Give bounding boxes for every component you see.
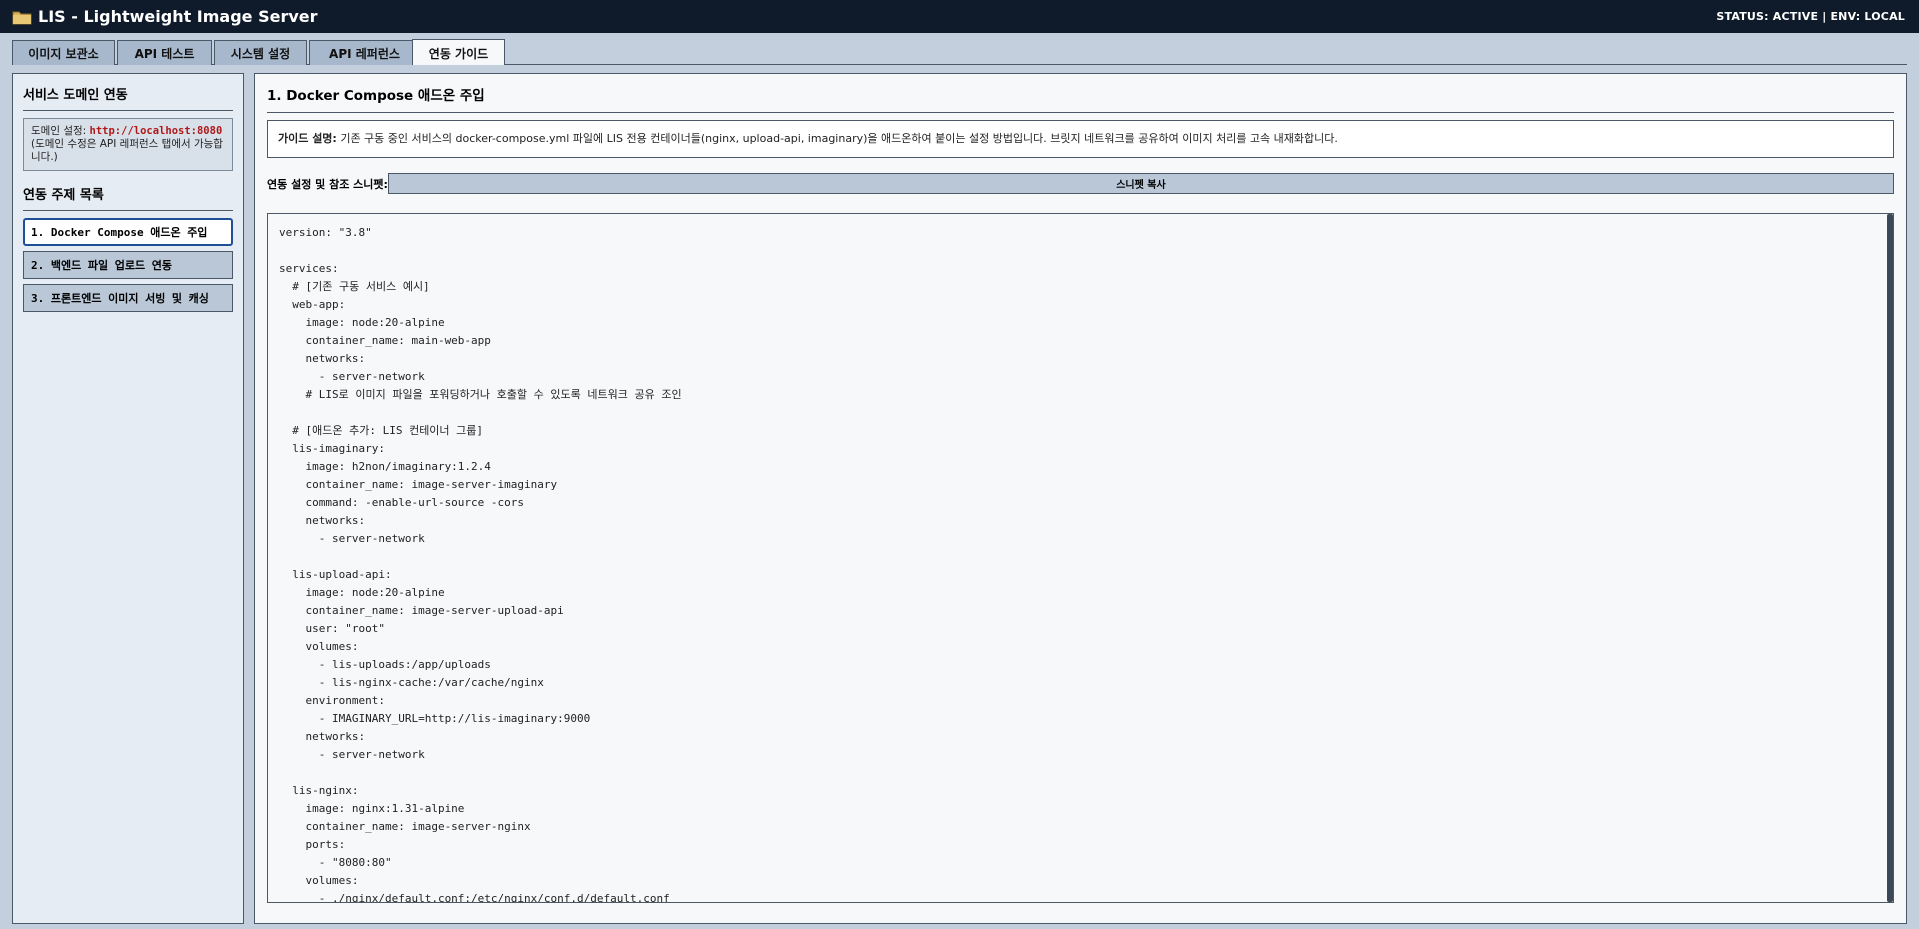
status-indicator: STATUS: ACTIVE | ENV: LOCAL bbox=[1716, 10, 1905, 23]
sidebar: 서비스 도메인 연동 도메인 설정: http://localhost:8080… bbox=[12, 73, 244, 924]
main-panel: 1. Docker Compose 애드온 주입 가이드 설명: 기존 구동 중… bbox=[254, 73, 1907, 924]
app-title: LIS - Lightweight Image Server bbox=[38, 7, 318, 26]
domain-section-title: 서비스 도메인 연동 bbox=[23, 84, 233, 111]
domain-label: 도메인 설정: bbox=[31, 125, 90, 137]
topics-section-title: 연동 주제 목록 bbox=[23, 184, 233, 211]
code-snippet[interactable]: version: "3.8" services: # [기존 구동 서비스 예시… bbox=[268, 214, 1887, 902]
code-scrollbar[interactable] bbox=[1887, 214, 1893, 902]
tab-system-settings[interactable]: 시스템 설정 bbox=[214, 40, 307, 65]
snippet-label: 연동 설정 및 참조 스니펫: bbox=[267, 177, 388, 191]
topic-docker-compose[interactable]: 1. Docker Compose 애드온 주입 bbox=[23, 218, 233, 246]
domain-note: (도메인 수정은 API 레퍼런스 탭에서 가능합니다.) bbox=[31, 138, 223, 163]
title-bar: LIS - Lightweight Image Server STATUS: A… bbox=[0, 0, 1919, 33]
guide-description: 가이드 설명: 기존 구동 중인 서비스의 docker-compose.yml… bbox=[267, 120, 1894, 158]
page-title: 1. Docker Compose 애드온 주입 bbox=[267, 84, 1894, 113]
topic-backend-upload[interactable]: 2. 백엔드 파일 업로드 연동 bbox=[23, 251, 233, 279]
topic-list: 1. Docker Compose 애드온 주입 2. 백엔드 파일 업로드 연… bbox=[23, 218, 233, 312]
copy-snippet-button[interactable]: 스니펫 복사 bbox=[387, 173, 1894, 194]
code-snippet-area[interactable]: version: "3.8" services: # [기존 구동 서비스 예시… bbox=[267, 213, 1894, 903]
snippet-header: 연동 설정 및 참조 스니펫: 스니펫 복사 bbox=[267, 173, 1894, 194]
tab-integration-guide[interactable]: 연동 가이드 bbox=[412, 39, 505, 65]
app-title-group: LIS - Lightweight Image Server bbox=[12, 7, 318, 26]
domain-url: http://localhost:8080 bbox=[89, 125, 223, 137]
guide-text: 기존 구동 중인 서비스의 docker-compose.yml 파일에 LIS… bbox=[336, 132, 1338, 145]
code-scrollbar-thumb[interactable] bbox=[1887, 214, 1893, 902]
domain-info-box: 도메인 설정: http://localhost:8080 (도메인 수정은 A… bbox=[23, 118, 233, 171]
folder-icon bbox=[12, 11, 32, 24]
guide-label: 가이드 설명: bbox=[278, 132, 337, 145]
tab-api-test[interactable]: API 테스트 bbox=[117, 40, 212, 65]
tab-image-storage[interactable]: 이미지 보관소 bbox=[12, 40, 115, 65]
topic-frontend-serving[interactable]: 3. 프론트엔드 이미지 서빙 및 캐싱 bbox=[23, 284, 233, 312]
tab-bar: 이미지 보관소 API 테스트 시스템 설정 API 레퍼런스 연동 가이드 bbox=[12, 39, 1907, 65]
tab-api-reference[interactable]: API 레퍼런스 bbox=[309, 40, 420, 65]
